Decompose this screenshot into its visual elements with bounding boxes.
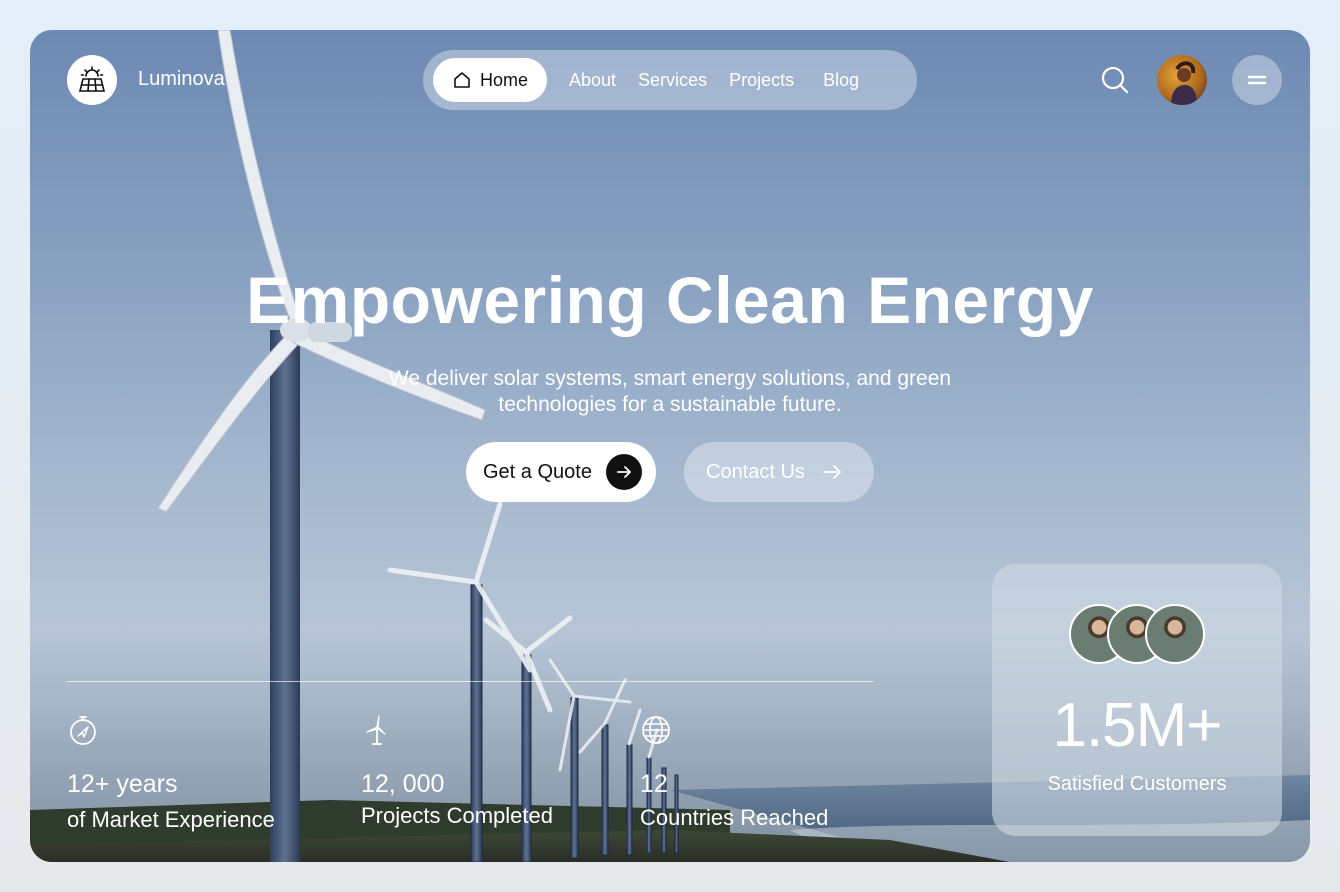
solar-panel-icon [78, 66, 106, 92]
stat-projects: 12, 000 Projects Completed [361, 714, 553, 830]
hero-subtitle: We deliver solar systems, smart energy s… [388, 367, 952, 416]
search-button[interactable] [1100, 65, 1130, 95]
contact-us-button[interactable]: Contact Us [684, 442, 874, 502]
nav-item-home[interactable]: Home [433, 58, 547, 102]
nav-item-projects[interactable]: Projects [729, 70, 794, 91]
stat-countries: 12 Countries Reached [640, 714, 828, 832]
stat-value: 12+ years [67, 770, 178, 798]
nav-item-services[interactable]: Services [638, 70, 707, 91]
wind-turbine-icon [366, 715, 386, 745]
brand-logo[interactable] [67, 55, 117, 105]
stat-value: 12 [640, 770, 668, 798]
hero-title: Empowering Clean Energy [246, 263, 1094, 337]
stat-label: Projects Completed [361, 803, 553, 828]
nav-item-about[interactable]: About [569, 70, 616, 91]
brand-name[interactable]: Luminova [138, 68, 225, 91]
customers-label: Satisfied Customers [1047, 773, 1227, 795]
contact-us-label: Contact Us [706, 460, 805, 483]
search-icon [1101, 66, 1129, 94]
avatar [1171, 61, 1197, 105]
arrow-right-icon [823, 465, 841, 479]
stat-experience: 12+ years of Market Experience [67, 714, 275, 834]
globe-icon [642, 716, 670, 744]
arrow-right-icon [606, 454, 642, 490]
hero-section: Luminova Home About Services Projects Bl… [30, 30, 1310, 862]
get-quote-button[interactable]: Get a Quote [466, 442, 656, 502]
stats-divider [67, 681, 874, 682]
get-quote-label: Get a Quote [483, 460, 592, 483]
stat-label: of Market Experience [67, 807, 275, 832]
avatar [1145, 604, 1205, 664]
customers-card: 1.5M+ Satisfied Customers [992, 564, 1282, 836]
user-avatar[interactable] [1157, 55, 1207, 105]
customer-avatars [1069, 604, 1205, 664]
nav-item-blog[interactable]: Blog [823, 70, 859, 91]
nav-item-label: Home [479, 69, 528, 90]
menu-icon [1247, 75, 1267, 85]
timer-icon [70, 716, 96, 745]
home-icon [454, 72, 470, 88]
customers-count: 1.5M+ [1052, 691, 1222, 760]
main-nav: Home About Services Projects Blog [423, 50, 917, 110]
stat-value: 12, 000 [361, 770, 445, 798]
stat-label: Countries Reached [640, 805, 829, 830]
menu-button[interactable] [1232, 55, 1282, 105]
